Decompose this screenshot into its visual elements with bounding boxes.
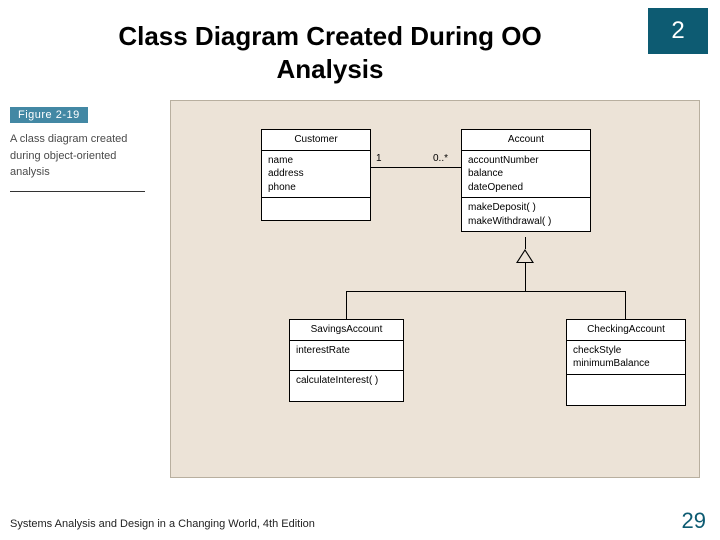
- class-savings: SavingsAccount interestRate calculateInt…: [289, 319, 404, 402]
- figure-caption: A class diagram created during object-or…: [10, 131, 145, 192]
- multiplicity-right: 0..*: [433, 153, 448, 164]
- gen-line-vert-left: [346, 291, 347, 319]
- class-attributes: interestRate: [290, 341, 403, 371]
- class-customer: Customer name address phone: [261, 129, 371, 221]
- class-attributes: name address phone: [262, 151, 370, 199]
- uml-diagram: Customer name address phone Account acco…: [170, 100, 700, 478]
- gen-line-vert-right: [625, 291, 626, 319]
- class-account: Account accountNumber balance dateOpened…: [461, 129, 591, 232]
- class-operations: calculateInterest( ): [290, 371, 403, 401]
- class-name: Account: [462, 130, 590, 151]
- class-attributes: accountNumber balance dateOpened: [462, 151, 590, 199]
- page-number: 29: [682, 508, 706, 534]
- association-line: [371, 167, 461, 168]
- gen-line-vert-top: [525, 237, 526, 249]
- class-name: Customer: [262, 130, 370, 151]
- generalization-arrow-icon: [516, 249, 534, 263]
- figure-number: Figure 2-19: [10, 107, 88, 123]
- class-attributes: checkStyle minimumBalance: [567, 341, 685, 375]
- chapter-badge: 2: [648, 8, 708, 54]
- class-operations: makeDeposit( ) makeWithdrawal( ): [462, 198, 590, 231]
- multiplicity-left: 1: [376, 153, 382, 164]
- gen-line-vert-mid: [525, 263, 526, 291]
- footer-text: Systems Analysis and Design in a Changin…: [10, 518, 315, 530]
- class-name: SavingsAccount: [290, 320, 403, 341]
- gen-line-horiz: [346, 291, 626, 292]
- page-title: Class Diagram Created During OO Analysis: [70, 20, 590, 85]
- class-operations: [262, 198, 370, 220]
- class-checking: CheckingAccount checkStyle minimumBalanc…: [566, 319, 686, 406]
- figure-label-block: Figure 2-19 A class diagram created duri…: [10, 105, 160, 192]
- class-operations: [567, 375, 685, 405]
- class-name: CheckingAccount: [567, 320, 685, 341]
